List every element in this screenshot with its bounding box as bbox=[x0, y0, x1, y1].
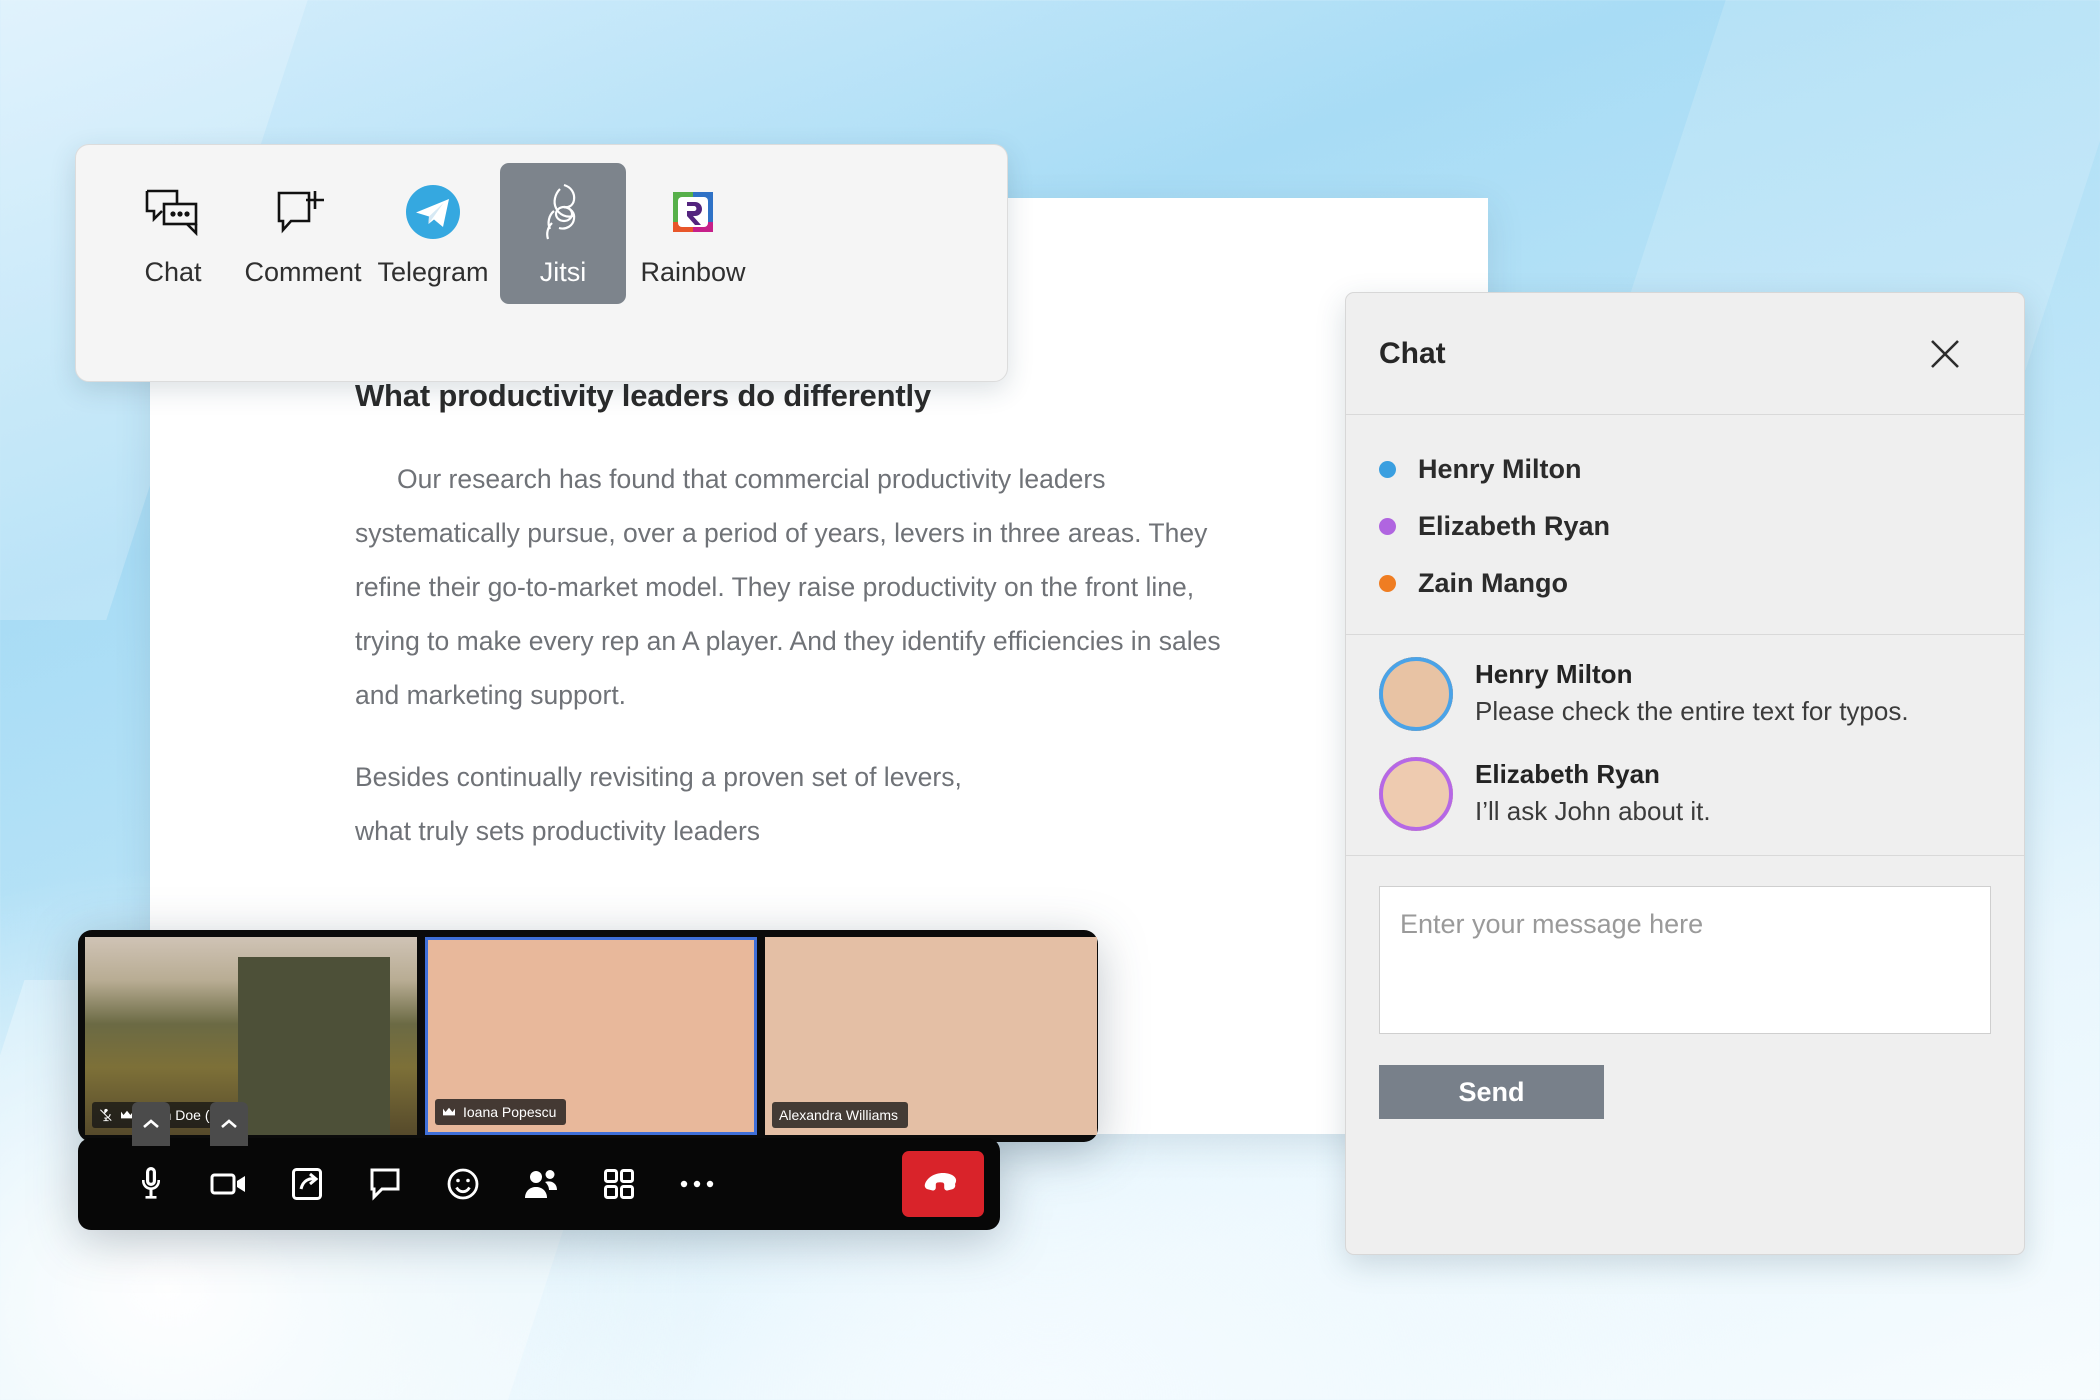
comment-plus-icon bbox=[275, 181, 331, 243]
tile-label: Alexandra Williams bbox=[772, 1102, 909, 1128]
list-item: Elizabeth Ryan I’ll ask John about it. bbox=[1379, 757, 1991, 831]
page-title: What productivity leaders do differently bbox=[355, 378, 931, 413]
chat-panel-title: Chat bbox=[1379, 336, 1446, 370]
toolbar-item-label: Telegram bbox=[377, 257, 489, 287]
share-screen-button[interactable] bbox=[268, 1138, 346, 1230]
participant-name: Elizabeth Ryan bbox=[1418, 511, 1611, 541]
participants-icon bbox=[525, 1170, 557, 1198]
telegram-icon bbox=[404, 181, 462, 243]
message-list: Henry Milton Please check the entire tex… bbox=[1346, 635, 2024, 856]
chat-panel: Chat Henry Milton Elizabeth Ryan Zain Ma… bbox=[1345, 292, 2025, 1255]
hangup-icon bbox=[924, 1173, 957, 1191]
participant-name: Henry Milton bbox=[1418, 454, 1582, 484]
toolbar-item-chat[interactable]: Chat bbox=[110, 163, 236, 304]
chevron-up-icon bbox=[143, 1119, 159, 1128]
hangup-button[interactable] bbox=[902, 1151, 984, 1217]
toolbar-item-rainbow[interactable]: Rainbow bbox=[630, 163, 756, 304]
more-options-icon bbox=[680, 1180, 714, 1188]
status-badge bbox=[1379, 518, 1396, 535]
message-author: Henry Milton bbox=[1475, 659, 1633, 689]
toolbar-item-telegram[interactable]: Telegram bbox=[370, 163, 496, 304]
chat-icon bbox=[370, 1168, 400, 1201]
toolbar-item-label: Chat bbox=[144, 257, 202, 287]
jitsi-icon bbox=[534, 181, 592, 243]
message-text: I’ll ask John about it. bbox=[1475, 796, 1711, 826]
list-item: Henry Milton Please check the entire tex… bbox=[1379, 657, 1991, 731]
toolbar-item-label: Rainbow bbox=[640, 257, 746, 287]
send-button[interactable]: Send bbox=[1379, 1065, 1604, 1119]
tile-view-icon bbox=[604, 1169, 634, 1199]
mic-muted-icon bbox=[100, 1108, 112, 1122]
microphone-icon bbox=[141, 1167, 161, 1199]
avatar bbox=[1379, 657, 1453, 731]
participants-button[interactable] bbox=[502, 1138, 580, 1230]
status-badge bbox=[1379, 575, 1396, 592]
message-composer: Send bbox=[1346, 856, 2024, 1254]
message-author: Elizabeth Ryan bbox=[1475, 759, 1660, 789]
integration-toolbar: Chat Comment Telegram Jitsi Rainbow bbox=[75, 144, 1008, 382]
avatar bbox=[1379, 757, 1453, 831]
tile-label-text: Ioana Popescu bbox=[463, 1104, 557, 1120]
message-text: Please check the entire text for typos. bbox=[1475, 696, 1909, 726]
toolbar-item-label: Jitsi bbox=[539, 257, 587, 287]
list-item[interactable]: Elizabeth Ryan bbox=[1346, 498, 2024, 555]
message-input[interactable] bbox=[1379, 886, 1991, 1034]
participant-name: Zain Mango bbox=[1418, 568, 1568, 598]
status-badge bbox=[1379, 461, 1396, 478]
video-conference-widget: John Doe (Me) Ioana Popescu Alexandra Wi… bbox=[78, 930, 1108, 1230]
document-paragraph: Our research has found that commercial p… bbox=[355, 464, 1221, 710]
tile-view-button[interactable] bbox=[580, 1138, 658, 1230]
more-options-button[interactable] bbox=[658, 1138, 736, 1230]
toolbar-item-label: Comment bbox=[244, 257, 362, 287]
microphone-button[interactable] bbox=[112, 1102, 190, 1230]
tile-label-text: Alexandra Williams bbox=[779, 1107, 899, 1123]
chat-button[interactable] bbox=[346, 1138, 424, 1230]
chevron-up-icon bbox=[221, 1119, 237, 1128]
video-toolbar bbox=[78, 1102, 1000, 1230]
video-tile[interactable]: Alexandra Williams bbox=[765, 937, 1097, 1135]
chat-bubbles-icon bbox=[144, 181, 202, 243]
camera-icon bbox=[210, 1173, 245, 1195]
close-icon[interactable] bbox=[1926, 335, 1964, 373]
list-item[interactable]: Henry Milton bbox=[1346, 441, 2024, 498]
video-tile[interactable]: Ioana Popescu bbox=[425, 937, 757, 1135]
emoji-icon bbox=[447, 1168, 479, 1200]
rainbow-icon bbox=[665, 181, 721, 243]
chat-panel-header: Chat bbox=[1346, 293, 2024, 415]
toolbar-item-comment[interactable]: Comment bbox=[240, 163, 366, 304]
list-item[interactable]: Zain Mango bbox=[1346, 555, 2024, 612]
camera-options-caret[interactable] bbox=[210, 1102, 248, 1146]
share-screen-icon bbox=[292, 1168, 322, 1200]
reactions-button[interactable] bbox=[424, 1138, 502, 1230]
toolbar-item-jitsi[interactable]: Jitsi bbox=[500, 163, 626, 304]
microphone-options-caret[interactable] bbox=[132, 1102, 170, 1146]
participant-list: Henry Milton Elizabeth Ryan Zain Mango bbox=[1346, 415, 2024, 635]
tile-label: Ioana Popescu bbox=[435, 1099, 567, 1125]
camera-button[interactable] bbox=[190, 1102, 268, 1230]
document-paragraph: Besides continually revisiting a proven … bbox=[355, 762, 962, 846]
moderator-crown-icon bbox=[443, 1107, 455, 1116]
